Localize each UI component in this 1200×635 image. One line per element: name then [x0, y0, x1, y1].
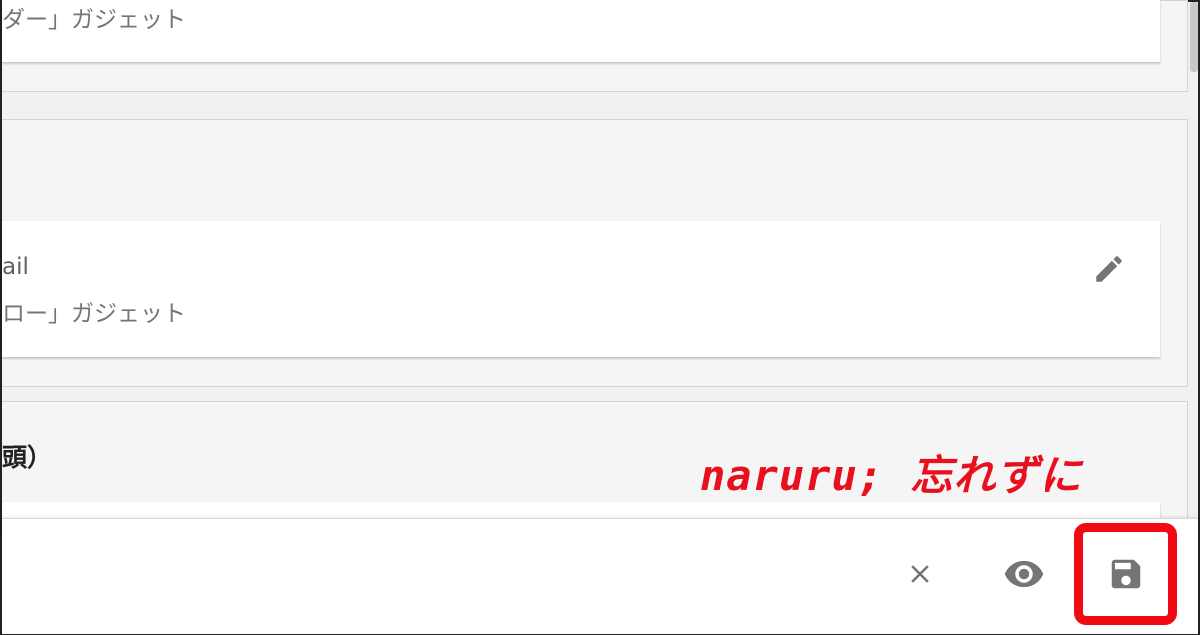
gadget-card-email-subtitle: ロー」ガジェット — [2, 301, 186, 327]
gadget-card-top-subtitle: ダー」ガジェット — [2, 7, 186, 33]
gadget-card-email — [2, 221, 1160, 357]
preview-button[interactable] — [1000, 550, 1048, 598]
gadget-card-email-title: ail — [2, 254, 29, 280]
section-bottom-title: 頭） — [2, 443, 53, 472]
edit-pencil-icon[interactable] — [1092, 252, 1126, 286]
close-button[interactable] — [896, 550, 944, 598]
annotation-text: naruru; 忘れずに — [700, 451, 1083, 500]
eye-icon — [1004, 560, 1044, 588]
highlight-box — [1074, 523, 1177, 625]
scrollbar[interactable] — [1190, 2, 1198, 72]
close-icon — [911, 565, 929, 583]
